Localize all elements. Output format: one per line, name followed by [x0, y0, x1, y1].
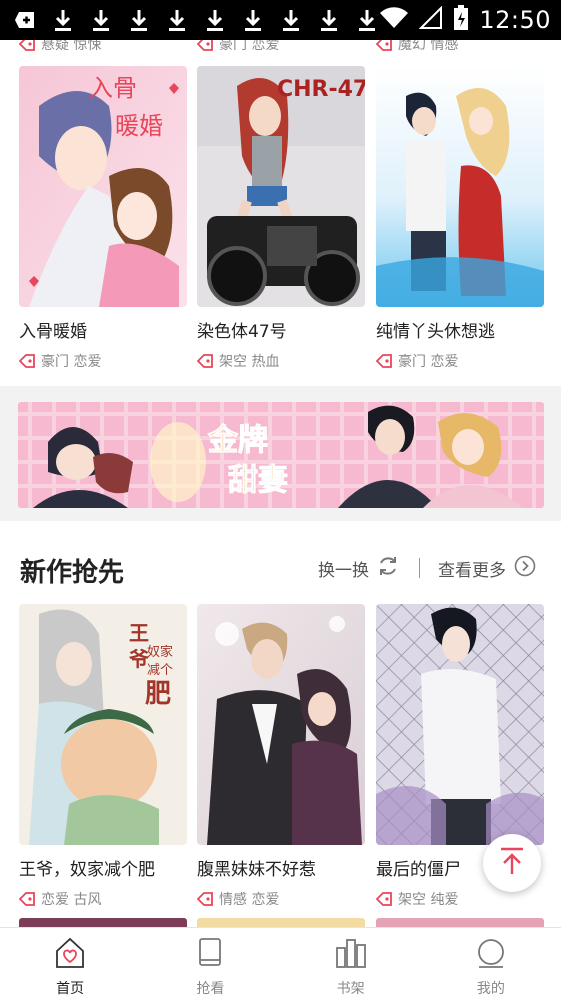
svg-text:入骨: 入骨 [89, 74, 137, 102]
battery-icon [453, 5, 469, 35]
download-icon [318, 8, 340, 32]
download-icon [90, 8, 112, 32]
banner-title: 金牌 [207, 423, 268, 458]
card-tags: 豪门 恋爱 [196, 40, 279, 54]
chevron-right-icon [514, 555, 536, 582]
tag-icon [18, 892, 35, 906]
status-bar: 12:50 [0, 0, 561, 40]
download-icon [242, 8, 264, 32]
add-icon [14, 8, 36, 32]
tab-home[interactable]: 首页 [0, 928, 140, 999]
card-tags: 豪门 恋爱 [18, 351, 187, 371]
comic-title[interactable]: 纯情丫头休想逃 [376, 317, 544, 342]
comic-cover[interactable] [376, 604, 544, 845]
bookshelf-icon [334, 936, 368, 974]
promo-banner[interactable]: 金牌 甜妻 [18, 402, 544, 508]
tab-quick-read[interactable]: 抢看 [140, 928, 280, 999]
comic-title[interactable]: 王爷，奴家减个肥 [19, 855, 187, 880]
tab-profile[interactable]: 我的 [421, 928, 561, 999]
comic-card[interactable]: 入骨 暖婚 入骨暖婚 豪门 恋爱 [18, 66, 187, 371]
card-tags: 豪门 恋爱 [375, 351, 544, 371]
comic-title[interactable]: 腹黑妹妹不好惹 [197, 855, 365, 880]
bottom-tab-bar: 首页 抢看 书架 我的 [0, 927, 561, 999]
download-icon [204, 8, 226, 32]
refresh-icon [377, 555, 399, 582]
svg-text:暖婚: 暖婚 [115, 112, 163, 140]
profile-icon [474, 936, 508, 974]
tag-icon [375, 354, 392, 368]
back-to-top-button[interactable] [483, 834, 541, 892]
divider [419, 558, 420, 578]
tab-bookshelf[interactable]: 书架 [281, 928, 421, 999]
tag-icon [375, 40, 392, 51]
comic-cover[interactable]: CHR-47 [197, 66, 365, 307]
card-tags: 悬疑 惊悚 [18, 40, 101, 54]
comic-title[interactable]: 染色体47号 [197, 317, 365, 342]
comic-cover[interactable] [197, 604, 365, 845]
comic-cover[interactable] [376, 66, 544, 307]
clock: 12:50 [479, 6, 551, 34]
signal-icon [418, 5, 443, 34]
svg-text:肥: 肥 [145, 679, 171, 709]
comic-card[interactable]: 腹黑妹妹不好惹 情感 恋爱 [196, 604, 365, 909]
download-icon [128, 8, 150, 32]
svg-text:CHR-47: CHR-47 [277, 77, 365, 102]
tag-icon [196, 40, 213, 51]
wifi-icon [379, 6, 409, 34]
download-icon [52, 8, 74, 32]
tag-icon [375, 892, 392, 906]
comic-title[interactable]: 入骨暖婚 [19, 317, 187, 342]
download-icon [280, 8, 302, 32]
card-tags: 架空 热血 [196, 351, 365, 371]
card-tags: 恋爱 古风 [18, 889, 187, 909]
comic-cover[interactable]: 入骨 暖婚 [19, 66, 187, 307]
svg-text:奴家: 奴家 [147, 644, 173, 660]
refresh-button[interactable]: 换一换 [318, 555, 399, 582]
svg-text:王: 王 [129, 621, 149, 645]
card-tags: 架空 纯爱 [375, 889, 544, 909]
view-more-button[interactable]: 查看更多 [438, 555, 536, 582]
tag-icon [18, 354, 35, 368]
tag-icon [196, 354, 213, 368]
tag-icon [196, 892, 213, 906]
comic-card[interactable]: 王 爷 奴家 减个 肥 王爷，奴家减个肥 恋爱 古风 [18, 604, 187, 909]
card-tags: 魔幻 情感 [375, 40, 458, 54]
section-header: 新作抢先 换一换 查看更多 [0, 540, 561, 596]
comic-card[interactable]: CHR-47 染色体47号 架空 热血 [196, 66, 365, 371]
card-tags: 情感 恋爱 [196, 889, 365, 909]
svg-text:减个: 减个 [147, 663, 173, 678]
download-icon [356, 8, 378, 32]
comic-cover[interactable]: 王 爷 奴家 减个 肥 [19, 604, 187, 845]
previous-row-tags: 悬疑 惊悚 豪门 恋爱 魔幻 情感 [0, 40, 561, 54]
book-icon [193, 936, 227, 974]
svg-text:甜妻: 甜妻 [228, 463, 288, 498]
comic-card[interactable]: 纯情丫头休想逃 豪门 恋爱 [375, 66, 544, 371]
tag-icon [18, 40, 35, 51]
download-icon [166, 8, 188, 32]
arrow-up-icon [498, 846, 526, 880]
home-icon [53, 936, 87, 974]
section-title: 新作抢先 [20, 558, 125, 588]
